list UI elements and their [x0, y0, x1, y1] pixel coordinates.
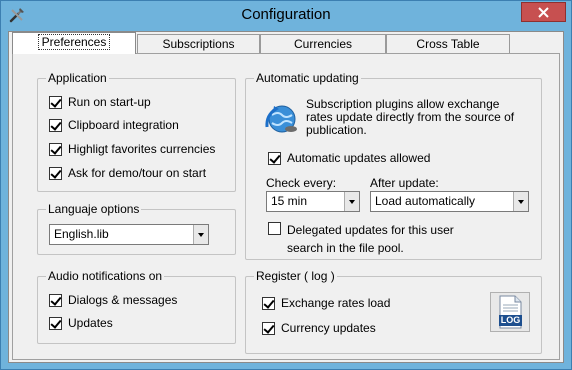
configuration-window: Configuration Preferences Subscriptions …: [0, 0, 572, 370]
highlight-favorites-checkbox[interactable]: [49, 142, 62, 156]
run-on-startup-checkbox[interactable]: [49, 95, 62, 109]
audio-updates-checkbox[interactable]: [49, 316, 62, 330]
dialogs-messages-label: Dialogs & messages: [68, 293, 178, 307]
dialogs-messages-checkbox[interactable]: [49, 293, 62, 307]
title-bar[interactable]: Configuration: [1, 1, 571, 31]
tab-preferences-label: Preferences: [37, 34, 111, 50]
exchange-rates-load-option[interactable]: Exchange rates load: [262, 295, 390, 311]
tab-currencies[interactable]: Currencies: [260, 34, 386, 54]
language-select-value: English.lib: [54, 227, 109, 241]
log-file-icon: [499, 295, 522, 329]
audio-updates-label: Updates: [68, 316, 113, 330]
exchange-rates-load-checkbox[interactable]: [262, 296, 275, 310]
audio-notifications-group: Audio notifications on Dialogs & message…: [37, 269, 236, 344]
delegated-updates-checkbox[interactable]: [268, 222, 281, 235]
delegated-updates-label: Delegated updates for this user search i…: [287, 223, 454, 255]
after-update-label: After update:: [370, 176, 439, 190]
close-button[interactable]: [521, 2, 566, 22]
exchange-rates-load-label: Exchange rates load: [281, 296, 391, 310]
demo-tour-label: Ask for demo/tour on start: [68, 166, 207, 180]
check-every-select[interactable]: 15 min: [266, 191, 360, 212]
currency-updates-option[interactable]: Currency updates: [262, 320, 376, 336]
tab-cross-table[interactable]: Cross Table: [386, 34, 510, 54]
automatic-updates-allowed-checkbox[interactable]: [268, 151, 281, 165]
log-file-button[interactable]: LOG: [490, 292, 530, 332]
chevron-down-icon[interactable]: [344, 192, 359, 211]
globe-update-icon: [264, 101, 300, 137]
dialogs-messages-option[interactable]: Dialogs & messages: [49, 292, 177, 308]
window-title: Configuration: [241, 6, 331, 23]
automatic-updating-group-title: Automatic updating: [254, 71, 361, 85]
audio-notifications-group-title: Audio notifications on: [46, 269, 165, 283]
highlight-favorites-option[interactable]: Highligt favorites currencies: [49, 141, 215, 157]
run-on-startup-label: Run on start-up: [68, 95, 151, 109]
tab-preferences[interactable]: Preferences: [12, 32, 136, 54]
highlight-favorites-label: Highligt favorites currencies: [68, 142, 216, 156]
tab-subscriptions[interactable]: Subscriptions: [137, 34, 260, 54]
clipboard-integration-checkbox[interactable]: [49, 118, 62, 132]
run-on-startup-option[interactable]: Run on start-up: [49, 94, 151, 110]
application-group-title: Application: [46, 71, 109, 85]
clipboard-integration-option[interactable]: Clipboard integration: [49, 117, 179, 133]
auto-update-description: Subscription plugins allow exchange rate…: [306, 97, 515, 137]
preferences-panel: Application Run on start-up Clipboard in…: [12, 53, 560, 360]
application-group: Application Run on start-up Clipboard in…: [37, 71, 236, 192]
demo-tour-checkbox[interactable]: [49, 166, 62, 180]
currency-updates-label: Currency updates: [281, 321, 376, 335]
language-group: Languaje options English.lib: [37, 202, 236, 255]
demo-tour-option[interactable]: Ask for demo/tour on start: [49, 165, 206, 181]
tab-cross-table-label: Cross Table: [416, 37, 480, 51]
register-log-group-title: Register ( log ): [254, 269, 337, 283]
tab-subscriptions-label: Subscriptions: [162, 37, 235, 51]
tab-currencies-label: Currencies: [293, 37, 353, 51]
after-update-value: Load automatically: [375, 194, 476, 208]
dialog-client-area: Preferences Subscriptions Currencies Cro…: [8, 31, 564, 363]
check-every-value: 15 min: [271, 194, 308, 208]
language-group-title: Languaje options: [46, 202, 142, 216]
chevron-down-icon[interactable]: [193, 225, 208, 244]
log-button-label: LOG: [500, 315, 521, 325]
close-icon: [538, 7, 549, 18]
chevron-down-icon[interactable]: [513, 192, 528, 211]
automatic-updating-group: Automatic updating Subscription plugins …: [245, 71, 542, 260]
automatic-updates-allowed-label: Automatic updates allowed: [287, 151, 431, 165]
clipboard-integration-label: Clipboard integration: [68, 118, 179, 132]
currency-updates-checkbox[interactable]: [262, 321, 275, 335]
language-select[interactable]: English.lib: [49, 224, 209, 245]
after-update-select[interactable]: Load automatically: [370, 191, 529, 212]
automatic-updates-allowed-option[interactable]: Automatic updates allowed: [268, 150, 430, 166]
check-every-label: Check every:: [266, 176, 337, 190]
register-log-group: Register ( log ) Exchange rates load Cur…: [245, 269, 542, 354]
audio-updates-option[interactable]: Updates: [49, 315, 113, 331]
